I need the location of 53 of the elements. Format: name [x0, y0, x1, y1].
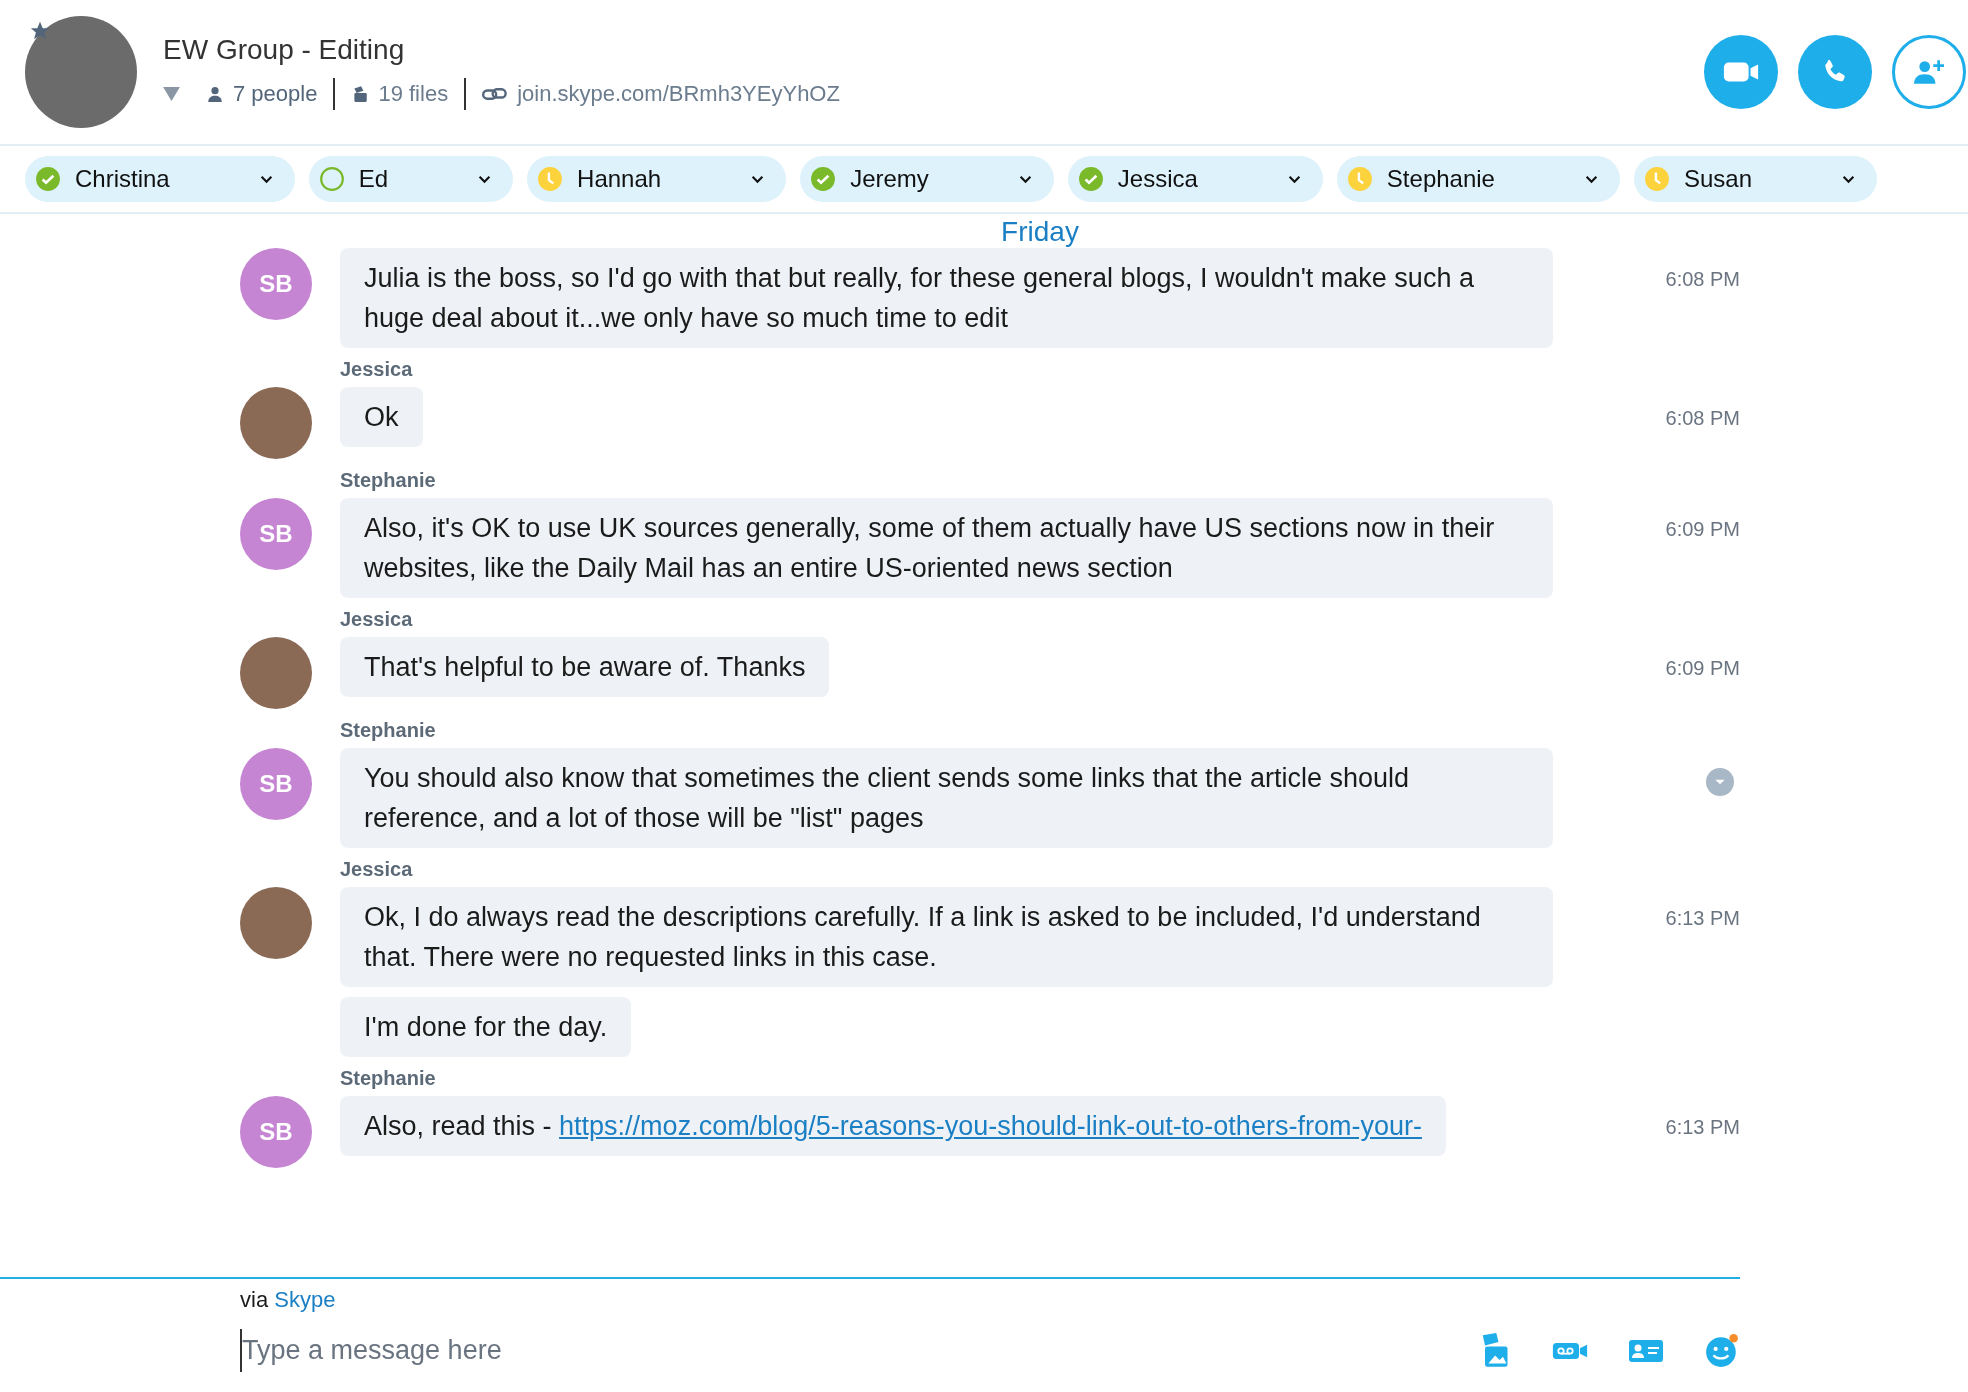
participant-chip[interactable]: Hannah	[527, 156, 787, 202]
message-options-icon[interactable]	[1706, 768, 1734, 796]
caret-icon	[1018, 174, 1032, 184]
sender-name: Stephanie	[340, 469, 437, 492]
skype-link[interactable]: Skype	[274, 1287, 336, 1312]
message-time: 6:08 PM	[1665, 268, 1740, 291]
caret-icon	[259, 174, 273, 184]
collapse-triangle-icon[interactable]	[163, 87, 180, 101]
caret-icon	[751, 174, 765, 184]
caret-icon	[478, 174, 492, 184]
sender-name: Jessica	[340, 608, 414, 631]
avatar-initials: SB	[240, 248, 312, 320]
star-icon[interactable]	[29, 20, 51, 42]
message-bubble: I'm done for the day.	[340, 997, 632, 1057]
message-bubble: Also, it's OK to use UK sources generally, some of them actually have US sections now in their websites, like the Daily Mail has an entire US-oriented news section	[340, 498, 1553, 598]
message-bubble: That's helpful to be aware of. Thanks	[340, 637, 830, 697]
participant-chip[interactable]: Jeremy	[800, 156, 1054, 202]
message-bubble: Julia is the boss, so I'd go with that but really, for these general blogs, I wouldn't make such a huge deal about it...we only have so much time to edit	[340, 248, 1553, 348]
people-link[interactable]: 7 people	[206, 81, 318, 107]
emoji-icon[interactable]	[1704, 1332, 1740, 1369]
avatar-initials: SB	[240, 498, 312, 570]
chat-title: EW Group - Editing	[163, 34, 406, 66]
via-label: via	[240, 1287, 269, 1312]
sender-name: Jessica	[340, 858, 414, 881]
person-icon	[206, 85, 224, 103]
participant-chip[interactable]: Stephanie	[1336, 156, 1620, 202]
message-bubble: Ok, I do always read the descriptions carefully. If a link is asked to be included, I'd understand that. There were no requested links in this case.	[340, 887, 1553, 987]
avatar-initials: SB	[240, 748, 312, 820]
caret-icon	[1584, 174, 1598, 184]
message-time: 6:08 PM	[1665, 407, 1740, 430]
participant-chip[interactable]: Susan	[1633, 156, 1877, 202]
files-link[interactable]: 19 files	[351, 81, 449, 107]
message-link[interactable]: https://moz.com/blog/5-reasons-you-should-link-out-to-others-from-your-	[559, 1111, 1422, 1141]
message-time: 6:09 PM	[1665, 657, 1740, 680]
message-bubble: Ok	[340, 387, 423, 447]
caret-icon	[1287, 174, 1301, 184]
message-time: 6:13 PM	[1665, 1116, 1740, 1139]
files-icon	[351, 85, 370, 103]
participant-chip[interactable]: Christina	[25, 156, 295, 202]
message-time: 6:13 PM	[1665, 907, 1740, 930]
message-time: 6:09 PM	[1665, 518, 1740, 541]
message-bubble: Also, read this - https://moz.com/blog/5-reasons-you-should-link-out-to-others-from-your-	[340, 1096, 1446, 1156]
sender-name: Jessica	[340, 358, 414, 381]
sender-name: Stephanie	[340, 1067, 437, 1090]
sender-name: Stephanie	[340, 719, 437, 742]
participant-chip[interactable]: Ed	[308, 156, 514, 202]
link-icon	[482, 85, 509, 103]
participant-chip[interactable]: Jessica	[1067, 156, 1323, 202]
caret-icon	[1842, 174, 1855, 184]
message-bubble: You should also know that sometimes the client sends some links that the article should reference, and a lot of those will be "list" pages	[340, 748, 1553, 848]
invite-link[interactable]: join.skype.com/BRmh3YEyYhOZ	[482, 81, 840, 107]
avatar-initials: SB	[240, 1096, 312, 1168]
day-divider: Friday	[1001, 216, 1079, 247]
